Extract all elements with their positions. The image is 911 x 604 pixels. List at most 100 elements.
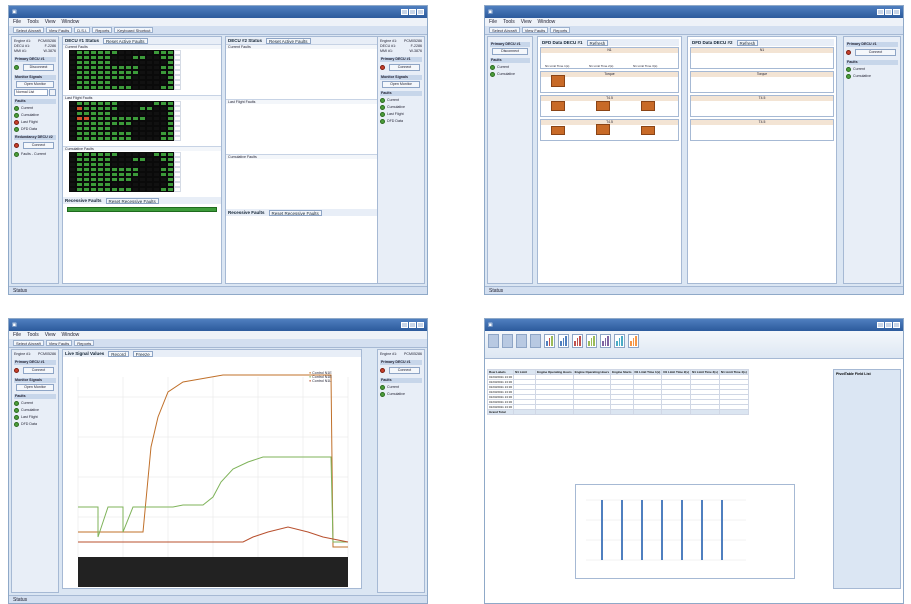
- minimize-icon[interactable]: [401, 9, 408, 15]
- column-header[interactable]: N1 Limit Time 3(s): [690, 369, 720, 375]
- open-monitor-button[interactable]: Open Monitor: [16, 81, 54, 88]
- column-header[interactable]: N1 Limit Time 4(s): [718, 369, 749, 375]
- switch-row-icon[interactable]: [516, 334, 527, 348]
- toolbar-reports-3[interactable]: Reports: [74, 340, 95, 346]
- table-cell[interactable]: [610, 409, 634, 415]
- row-label[interactable]: 01/03/2011 13:30: [487, 394, 515, 400]
- refresh-button-2[interactable]: Refresh: [736, 40, 759, 46]
- fault-current-2[interactable]: Current: [387, 97, 399, 103]
- disconnect-button[interactable]: Disconnect: [23, 64, 54, 71]
- close-icon[interactable]: [417, 9, 424, 15]
- menu-window-2[interactable]: Window: [538, 19, 556, 25]
- menu-window[interactable]: Window: [62, 19, 80, 25]
- chart-style-2-icon[interactable]: [558, 334, 569, 348]
- row-label[interactable]: 01/03/2011 13:30: [487, 404, 515, 410]
- chart-style-3-icon[interactable]: [572, 334, 583, 348]
- menu-tools[interactable]: Tools: [27, 19, 39, 25]
- connect-button-4[interactable]: Connect: [855, 49, 896, 56]
- chart-style-4-icon[interactable]: [586, 334, 597, 348]
- close-icon-3[interactable]: [417, 322, 424, 328]
- row-label[interactable]: 01/03/2011 13:30: [487, 384, 515, 390]
- fault-current[interactable]: Current: [21, 105, 33, 111]
- maximize-icon-4[interactable]: [885, 322, 892, 328]
- fault-cumulative-3[interactable]: Cumulative: [497, 71, 515, 77]
- toolbar-view-faults-2[interactable]: View Faults: [521, 27, 549, 33]
- table-cell[interactable]: [718, 409, 749, 415]
- row-label[interactable]: 01/03/2011 13:30: [487, 389, 515, 395]
- save-template-icon[interactable]: [502, 334, 513, 348]
- column-header[interactable]: N1 Limit Time 2(s): [661, 369, 692, 375]
- open-monitor-button-2[interactable]: Open Monitor: [382, 81, 420, 88]
- window-controls-2[interactable]: [877, 9, 900, 15]
- row-label[interactable]: 01/03/2011 13:30: [487, 374, 515, 380]
- open-monitor-button-5[interactable]: Open Monitor: [16, 384, 54, 391]
- fault-dfd[interactable]: DFD Data: [21, 126, 37, 132]
- fault-cumulative-2[interactable]: Cumulative: [387, 104, 405, 110]
- column-header[interactable]: N1 Limit Time 1(s): [632, 369, 663, 375]
- table-cell[interactable]: [572, 409, 612, 415]
- normal-list-select[interactable]: Normal List: [14, 89, 48, 96]
- column-header[interactable]: Engine Starts: [610, 369, 634, 375]
- fault-last-flight-2[interactable]: Last Flight: [387, 111, 404, 117]
- fault-current-4[interactable]: Current: [853, 66, 865, 72]
- toolbar-shortcut[interactable]: Keyboard Shortcut: [114, 27, 154, 33]
- menu-view-2[interactable]: View: [521, 19, 532, 25]
- reset-active-faults-button-2[interactable]: Reset Active Faults: [266, 38, 311, 44]
- close-icon-2[interactable]: [893, 9, 900, 15]
- chart-style-5-icon[interactable]: [600, 334, 611, 348]
- fault-cumulative-5[interactable]: Cumulative: [21, 407, 39, 413]
- table-cell[interactable]: [661, 409, 692, 415]
- table-cell[interactable]: [535, 409, 574, 415]
- minimize-icon-2[interactable]: [877, 9, 884, 15]
- fault-last-flight-5[interactable]: Last Flight: [21, 414, 38, 420]
- toolbar-select-aircraft-3[interactable]: Select Aircraft: [13, 340, 44, 346]
- reset-recessive-button[interactable]: Reset Recessive Faults: [105, 198, 159, 204]
- toolbar-select-aircraft-2[interactable]: Select Aircraft: [489, 27, 520, 33]
- window-controls-4[interactable]: [877, 322, 900, 328]
- minimize-icon-3[interactable]: [401, 322, 408, 328]
- menu-tools-2[interactable]: Tools: [503, 19, 515, 25]
- minimize-icon-4[interactable]: [877, 322, 884, 328]
- select-data-icon[interactable]: [530, 334, 541, 348]
- toolbar-select-aircraft[interactable]: Select Aircraft: [13, 27, 44, 33]
- menu-file-2[interactable]: File: [489, 19, 497, 25]
- table-cell[interactable]: [632, 409, 663, 415]
- fault-cumulative-6[interactable]: Cumulative: [387, 391, 405, 397]
- chart-style-1-icon[interactable]: [544, 334, 555, 348]
- connect-button-2[interactable]: Connect: [389, 64, 420, 71]
- fault-current-6[interactable]: Current: [387, 384, 399, 390]
- menu-view-3[interactable]: View: [45, 332, 56, 338]
- toolbar-view-faults-3[interactable]: View Faults: [45, 340, 73, 346]
- toolbar-view-faults[interactable]: View Faults: [45, 27, 73, 33]
- fault-current-3[interactable]: Current: [497, 64, 509, 70]
- grand-total-label[interactable]: Grand Total: [487, 409, 515, 415]
- menu-view[interactable]: View: [45, 19, 56, 25]
- reset-recessive-button-2[interactable]: Reset Recessive Faults: [268, 210, 322, 216]
- maximize-icon-3[interactable]: [409, 322, 416, 328]
- connect-button-6[interactable]: Connect: [389, 367, 420, 374]
- toolbar-dsi[interactable]: D.S.I.: [74, 27, 91, 33]
- window-controls[interactable]: [401, 9, 424, 15]
- menu-file-3[interactable]: File: [13, 332, 21, 338]
- fault-dfd-2[interactable]: DFD Data: [387, 118, 403, 124]
- fault-cumulative[interactable]: Cumulative: [21, 112, 39, 118]
- fault-current-5[interactable]: Current: [21, 400, 33, 406]
- fault-cumulative-4[interactable]: Cumulative: [853, 73, 871, 79]
- table-cell[interactable]: [513, 409, 537, 415]
- dropdown-icon[interactable]: [49, 89, 56, 96]
- window-controls-3[interactable]: [401, 322, 424, 328]
- row-label[interactable]: 01/03/2011 13:30: [487, 399, 515, 405]
- refresh-button[interactable]: Refresh: [586, 40, 609, 46]
- menu-tools-3[interactable]: Tools: [27, 332, 39, 338]
- connect-button-5[interactable]: Connect: [23, 367, 54, 374]
- chart-style-6-icon[interactable]: [614, 334, 625, 348]
- table-cell[interactable]: [690, 409, 720, 415]
- change-chart-type-icon[interactable]: [488, 334, 499, 348]
- connect-button[interactable]: Connect: [23, 142, 54, 149]
- toolbar-reports[interactable]: Reports: [92, 27, 113, 33]
- chart-style-7-icon[interactable]: [628, 334, 639, 348]
- maximize-icon-2[interactable]: [885, 9, 892, 15]
- reset-active-faults-button[interactable]: Reset Active Faults: [103, 38, 148, 44]
- column-header[interactable]: Engine Operating Hours: [535, 369, 574, 375]
- toolbar-reports-2[interactable]: Reports: [550, 27, 571, 33]
